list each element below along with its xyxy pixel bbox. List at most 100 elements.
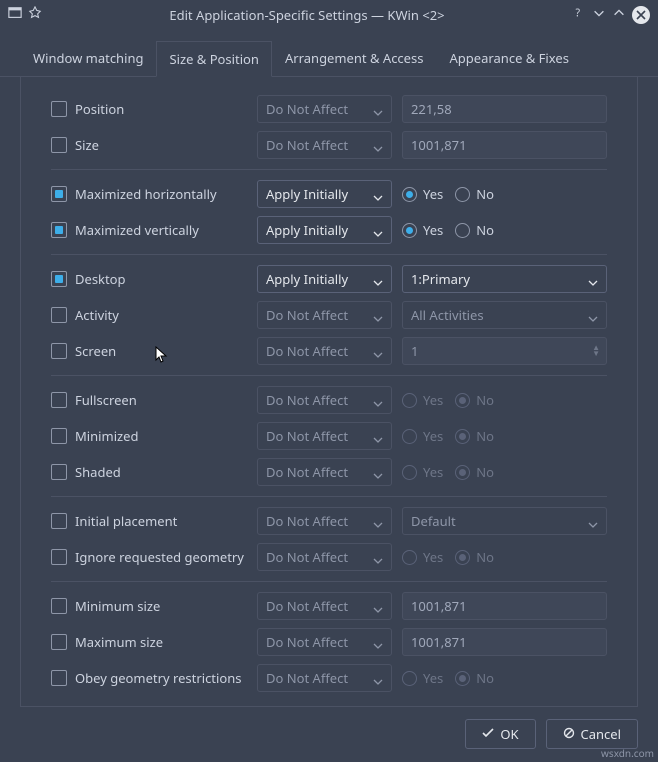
maxv-label: Maximized vertically	[75, 221, 199, 239]
desktop-value-select[interactable]: 1:Primary	[402, 265, 607, 293]
position-value-input[interactable]: 221,58	[402, 95, 607, 123]
size-value-input[interactable]: 1001,871	[402, 131, 607, 159]
tab-size-position[interactable]: Size & Position	[156, 41, 271, 77]
help-icon[interactable]: ?	[572, 6, 586, 24]
initialpl-checkbox[interactable]	[51, 513, 67, 529]
cancel-button[interactable]: Cancel	[546, 719, 638, 749]
chevron-down-icon	[373, 467, 383, 477]
maxv-yes-radio[interactable]	[402, 223, 417, 238]
activity-label: Activity	[75, 306, 119, 324]
obeygeo-yes-radio[interactable]	[402, 671, 417, 686]
position-checkbox[interactable]	[51, 101, 67, 117]
ok-button[interactable]: OK	[465, 719, 535, 749]
ignoregeo-checkbox[interactable]	[51, 549, 67, 565]
size-checkbox[interactable]	[51, 137, 67, 153]
shaded-checkbox[interactable]	[51, 464, 67, 480]
chevron-down-icon	[373, 431, 383, 441]
fullscreen-label: Fullscreen	[75, 391, 137, 409]
ignoregeo-yes-radio[interactable]	[402, 550, 417, 565]
cancel-icon	[563, 725, 575, 743]
spinner-arrows-icon: ▲▼	[592, 345, 600, 357]
fullscreen-no-radio[interactable]	[455, 393, 470, 408]
desktop-policy-select[interactable]: Apply Initially	[257, 265, 392, 293]
shaded-no-radio[interactable]	[455, 465, 470, 480]
separator	[51, 375, 607, 376]
screen-policy-select[interactable]: Do Not Affect	[257, 337, 392, 365]
position-label: Position	[75, 100, 124, 118]
initialpl-value-select[interactable]: Default	[402, 507, 607, 535]
chevron-down-icon	[373, 310, 383, 320]
initialpl-policy-select[interactable]: Do Not Affect	[257, 507, 392, 535]
separator	[51, 496, 607, 497]
fullscreen-checkbox[interactable]	[51, 392, 67, 408]
fullscreen-policy-select[interactable]: Do Not Affect	[257, 386, 392, 414]
minsize-checkbox[interactable]	[51, 598, 67, 614]
chevron-down-icon	[373, 189, 383, 199]
minimized-policy-select[interactable]: Do Not Affect	[257, 422, 392, 450]
maxsize-checkbox[interactable]	[51, 634, 67, 650]
chevron-down-icon	[373, 274, 383, 284]
settings-panel: Position Do Not Affect 221,58 Size Do No…	[20, 77, 638, 707]
separator	[51, 254, 607, 255]
separator	[51, 169, 607, 170]
separator	[51, 581, 607, 582]
obeygeo-policy-select[interactable]: Do Not Affect	[257, 664, 392, 692]
ignoregeo-label: Ignore requested geometry	[75, 548, 244, 566]
window-title: Edit Application-Specific Settings — KWi…	[42, 6, 572, 24]
desktop-checkbox[interactable]	[51, 271, 67, 287]
minimized-checkbox[interactable]	[51, 428, 67, 444]
shaded-yes-radio[interactable]	[402, 465, 417, 480]
obeygeo-label: Obey geometry restrictions	[75, 669, 241, 687]
size-policy-select[interactable]: Do Not Affect	[257, 131, 392, 159]
chevron-down-icon	[373, 140, 383, 150]
maxsize-policy-select[interactable]: Do Not Affect	[257, 628, 392, 656]
screen-checkbox[interactable]	[51, 343, 67, 359]
tab-bar: Window matching Size & Position Arrangem…	[0, 30, 658, 77]
tab-window-matching[interactable]: Window matching	[20, 40, 156, 76]
titlebar: Edit Application-Specific Settings — KWi…	[0, 0, 658, 30]
chevron-down-icon	[373, 395, 383, 405]
shaded-policy-select[interactable]: Do Not Affect	[257, 458, 392, 486]
maxsize-label: Maximum size	[75, 633, 163, 651]
svg-text:?: ?	[576, 7, 581, 21]
activity-policy-select[interactable]: Do Not Affect	[257, 301, 392, 329]
maxh-checkbox[interactable]	[51, 186, 67, 202]
maxv-policy-select[interactable]: Apply Initially	[257, 216, 392, 244]
maxh-policy-select[interactable]: Apply Initially	[257, 180, 392, 208]
chevron-down-icon	[373, 346, 383, 356]
activity-value-select[interactable]: All Activities	[402, 301, 607, 329]
chevron-down-icon	[373, 601, 383, 611]
chevron-down-icon	[588, 310, 598, 320]
activity-checkbox[interactable]	[51, 307, 67, 323]
chevron-down-icon	[373, 104, 383, 114]
chevron-down-icon	[373, 637, 383, 647]
tab-appearance-fixes[interactable]: Appearance & Fixes	[436, 40, 581, 76]
ignoregeo-policy-select[interactable]: Do Not Affect	[257, 543, 392, 571]
minimized-no-radio[interactable]	[455, 429, 470, 444]
fullscreen-yes-radio[interactable]	[402, 393, 417, 408]
close-icon[interactable]	[632, 6, 650, 24]
dialog-buttons: OK Cancel	[0, 707, 658, 761]
position-policy-select[interactable]: Do Not Affect	[257, 95, 392, 123]
maximize-icon[interactable]	[612, 6, 626, 24]
minsize-policy-select[interactable]: Do Not Affect	[257, 592, 392, 620]
maxv-checkbox[interactable]	[51, 222, 67, 238]
obeygeo-no-radio[interactable]	[455, 671, 470, 686]
maxv-no-radio[interactable]	[455, 223, 470, 238]
ignoregeo-no-radio[interactable]	[455, 550, 470, 565]
minimize-icon[interactable]	[592, 6, 606, 24]
tab-arrangement-access[interactable]: Arrangement & Access	[272, 40, 437, 76]
maxh-label: Maximized horizontally	[75, 185, 217, 203]
check-icon	[482, 725, 494, 743]
maxsize-value-input[interactable]: 1001,871	[402, 628, 607, 656]
maxh-yes-radio[interactable]	[402, 187, 417, 202]
chevron-down-icon	[373, 516, 383, 526]
obeygeo-checkbox[interactable]	[51, 670, 67, 686]
minimized-yes-radio[interactable]	[402, 429, 417, 444]
maxh-no-radio[interactable]	[455, 187, 470, 202]
screen-label: Screen	[75, 342, 116, 360]
screen-value-spin[interactable]: 1▲▼	[402, 337, 607, 365]
pin-icon[interactable]	[28, 6, 42, 24]
chevron-down-icon	[588, 274, 598, 284]
minsize-value-input[interactable]: 1001,871	[402, 592, 607, 620]
